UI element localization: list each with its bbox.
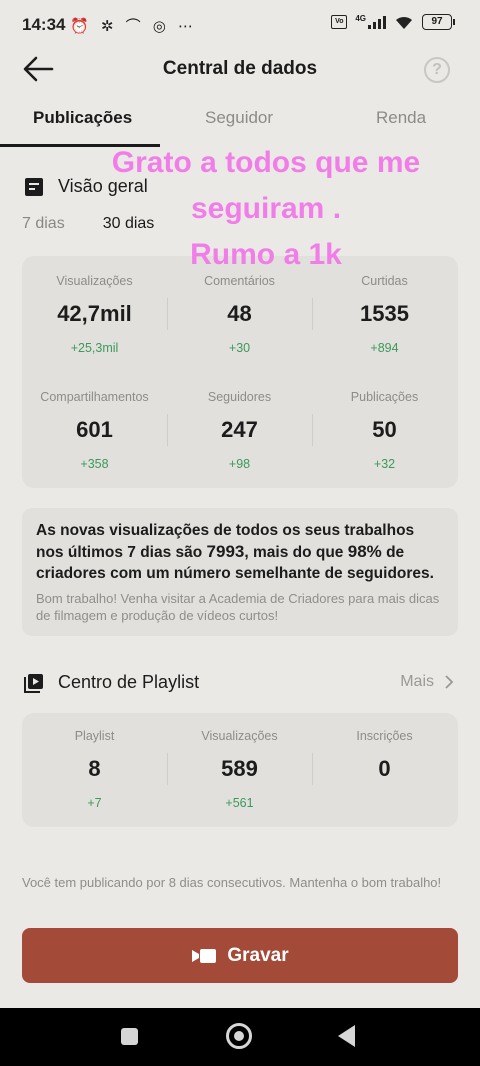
- help-button[interactable]: ?: [424, 57, 450, 83]
- stat-delta: +98: [228, 457, 251, 471]
- stat-publicacoes[interactable]: Publicações 50 +32: [312, 390, 457, 471]
- insight-views: 7993: [206, 542, 245, 561]
- stat-visualizacoes[interactable]: Visualizações 42,7mil +25,3mil: [22, 274, 167, 355]
- stat-value: 247: [221, 417, 258, 442]
- system-nav-bar: [0, 1008, 480, 1066]
- stat-value: 42,7mil: [57, 301, 132, 326]
- record-label: Gravar: [227, 944, 289, 966]
- stat-delta: +7: [87, 796, 102, 810]
- video-camera-icon: [192, 948, 217, 963]
- status-time: 14:34: [22, 15, 66, 34]
- volte-icon: Vo: [331, 15, 348, 29]
- stat-delta: +32: [373, 457, 396, 471]
- stat-label: Compartilhamentos: [40, 390, 149, 404]
- stat-delta: +25,3mil: [70, 341, 119, 355]
- stat-label: Publicações: [350, 390, 419, 404]
- stat-value: 48: [227, 301, 252, 326]
- more-label: Mais: [400, 673, 434, 690]
- battery-icon: 97: [422, 14, 455, 30]
- stat-value: 589: [221, 756, 258, 781]
- insight-subtext: Bom trabalho! Venha visitar a Academia d…: [36, 591, 440, 623]
- signal-icon: [368, 15, 386, 29]
- stat-label: Playlist: [74, 729, 115, 743]
- stat-value: 601: [76, 417, 113, 442]
- stat-label: Visualizações: [56, 274, 133, 288]
- insight-part: , mais do que: [244, 544, 348, 561]
- streak-note: Você tem publicando por 8 dias consecuti…: [22, 875, 442, 890]
- chevron-right-icon: [445, 675, 454, 689]
- period-selector: 7 dias 30 dias: [22, 215, 154, 233]
- insight-card: As novas visualizações de todos os seus …: [22, 508, 458, 636]
- document-icon: [25, 177, 43, 196]
- period-30-days[interactable]: 30 dias: [103, 215, 155, 233]
- stat-value: 1535: [360, 301, 409, 326]
- stat-value: 50: [372, 417, 397, 442]
- tab-seguidor[interactable]: Seguidor: [205, 108, 273, 128]
- stat-inscricoes[interactable]: Inscrições 0: [312, 729, 457, 796]
- home-button[interactable]: [226, 1023, 252, 1049]
- stat-playlist-visualizacoes[interactable]: Visualizações 589 +561: [167, 729, 312, 810]
- active-tab-indicator: [0, 144, 160, 147]
- tab-publicacoes[interactable]: Publicações: [33, 108, 132, 128]
- network-type: 4G: [355, 13, 366, 23]
- stat-delta: +358: [80, 457, 109, 471]
- stat-compartilhamentos[interactable]: Compartilhamentos 601 +358: [22, 390, 167, 471]
- status-right-icons: Vo 4G 97: [331, 13, 455, 30]
- insight-percent: 98%: [347, 542, 382, 561]
- stat-value: 8: [88, 756, 101, 781]
- stat-label: Seguidores: [207, 390, 272, 404]
- stat-curtidas[interactable]: Curtidas 1535 +894: [312, 274, 457, 355]
- overview-header: Visão geral: [24, 176, 148, 197]
- status-bar: 14:34 ⏰ ✲ ⌒ ◎ ⋯ Vo 4G 97: [0, 0, 480, 46]
- page-title: Central de dados: [162, 58, 318, 79]
- playlist-stats-card: Playlist 8 +7 Visualizações 589 +561 Ins…: [22, 713, 458, 827]
- overview-stats-card: Visualizações 42,7mil +25,3mil Comentári…: [22, 256, 458, 488]
- stat-label: Visualizações: [201, 729, 278, 743]
- stat-label: Comentários: [204, 274, 275, 288]
- period-7-days[interactable]: 7 dias: [22, 215, 65, 233]
- stat-comentarios[interactable]: Comentários 48 +30: [167, 274, 312, 355]
- record-button[interactable]: Gravar: [22, 928, 458, 983]
- stat-delta: +894: [370, 341, 399, 355]
- app-header: Central de dados ?: [0, 46, 480, 92]
- playlist-icon: [24, 673, 43, 693]
- stat-label: Inscrições: [356, 729, 413, 743]
- stat-delta: +561: [225, 796, 254, 810]
- tab-bar: Publicações Seguidor Renda: [0, 100, 480, 148]
- insight-text: As novas visualizações de todos os seus …: [36, 520, 444, 584]
- playlist-more-link[interactable]: Mais: [400, 673, 454, 691]
- notification-icons: ⏰ ✲ ⌒ ◎ ⋯: [70, 18, 198, 35]
- playlist-title: Centro de Playlist: [58, 672, 200, 692]
- stat-value: 0: [378, 756, 391, 781]
- recents-button[interactable]: [121, 1028, 138, 1045]
- stat-seguidores[interactable]: Seguidores 247 +98: [167, 390, 312, 471]
- tab-renda[interactable]: Renda: [376, 108, 426, 128]
- playlist-header: Centro de Playlist: [24, 672, 199, 693]
- overview-title: Visão geral: [58, 176, 148, 196]
- stat-playlist[interactable]: Playlist 8 +7: [22, 729, 167, 810]
- stat-delta: +30: [228, 341, 251, 355]
- wifi-icon: [396, 16, 412, 29]
- system-back-button[interactable]: [338, 1025, 355, 1047]
- stat-label: Curtidas: [361, 274, 408, 288]
